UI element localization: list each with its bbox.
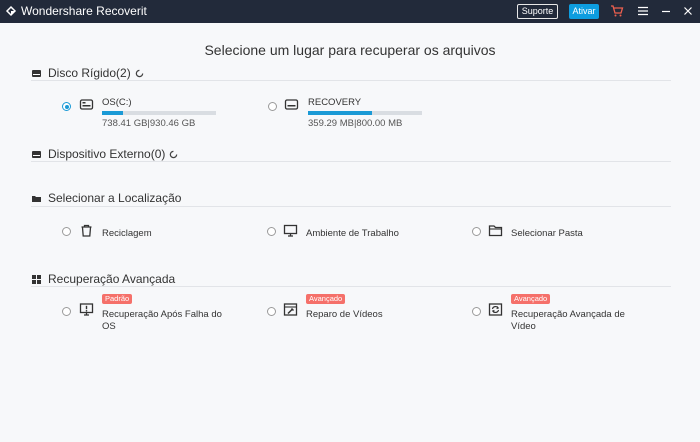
recycle-bin-label[interactable]: Reciclagem — [102, 228, 152, 240]
drive-c-usage-bar — [102, 111, 216, 115]
drive-recovery-size: 359.29 MB|800.00 MB — [308, 118, 403, 129]
hard-disk-icon — [32, 69, 41, 77]
crash-alert-icon — [79, 303, 94, 316]
divider — [31, 161, 671, 162]
advanced-badge: Avançado — [511, 294, 551, 304]
default-badge: Padrão — [102, 294, 133, 304]
folder-icon — [488, 225, 503, 237]
advanced-section-title: Recuperação Avançada — [31, 272, 175, 286]
select-folder-label[interactable]: Selecionar Pasta — [511, 228, 583, 240]
minimize-icon[interactable] — [659, 4, 673, 18]
select-folder-radio[interactable] — [472, 227, 481, 236]
location-folder-icon — [32, 195, 41, 202]
drive-c-size: 738.41 GB|930.46 GB — [102, 118, 196, 129]
drive-recovery-radio[interactable] — [268, 102, 277, 111]
divider — [31, 286, 671, 287]
desktop-icon — [283, 224, 298, 237]
drive-c-usage-fill — [102, 111, 123, 115]
trash-icon — [81, 224, 92, 237]
app-logo-icon — [5, 5, 17, 17]
hard-disk-section-title: Disco Rígido(2) — [31, 66, 144, 80]
divider — [31, 80, 671, 81]
menu-icon[interactable] — [636, 4, 650, 18]
drive-icon — [284, 99, 299, 110]
drive-c-name[interactable]: OS(C:) — [102, 97, 132, 109]
drive-icon — [79, 99, 94, 110]
divider — [31, 206, 671, 207]
support-button[interactable]: Suporte — [517, 4, 558, 19]
advanced-video-recovery-radio[interactable] — [472, 307, 481, 316]
advanced-video-recovery-icon — [488, 303, 503, 316]
crash-recovery-label-line2[interactable]: OS — [102, 321, 116, 333]
advanced-badge: Avançado — [306, 294, 346, 304]
location-label: Selecionar a Localização — [48, 191, 182, 205]
advanced-video-recovery-label-line1[interactable]: Recuperação Avançada de — [511, 309, 625, 321]
video-repair-label[interactable]: Reparo de Vídeos — [306, 309, 383, 321]
video-repair-radio[interactable] — [267, 307, 276, 316]
refresh-icon[interactable] — [135, 69, 144, 78]
drive-recovery-name[interactable]: RECOVERY — [308, 97, 361, 109]
advanced-label: Recuperação Avançada — [48, 272, 176, 286]
refresh-icon[interactable] — [169, 150, 178, 159]
advanced-video-recovery-label-line2[interactable]: Vídeo — [511, 321, 536, 333]
title-bar: Wondershare Recoverit Suporte Ativar — [0, 0, 700, 23]
hard-disk-label: Disco Rígido(2) — [48, 66, 131, 80]
app-title: Wondershare Recoverit — [21, 4, 147, 18]
video-repair-icon — [283, 303, 298, 316]
external-device-section-title: Dispositivo Externo(0) — [31, 147, 178, 161]
desktop-radio[interactable] — [267, 227, 276, 236]
crash-recovery-label-line1[interactable]: Recuperação Após Falha do — [102, 309, 222, 321]
page-heading: Selecione um lugar para recuperar os arq… — [204, 42, 496, 58]
advanced-grid-icon — [32, 274, 41, 284]
external-device-label: Dispositivo Externo(0) — [48, 147, 166, 161]
location-section-title: Selecionar a Localização — [31, 191, 181, 205]
drive-recovery-usage-fill — [308, 111, 372, 115]
activate-button[interactable]: Ativar — [569, 4, 599, 19]
crash-recovery-radio[interactable] — [62, 307, 71, 316]
cart-icon[interactable] — [610, 4, 624, 18]
desktop-label[interactable]: Ambiente de Trabalho — [306, 228, 399, 240]
drive-recovery-usage-bar — [308, 111, 422, 115]
external-drive-icon — [32, 150, 41, 158]
drive-c-radio[interactable] — [62, 102, 71, 111]
recycle-bin-radio[interactable] — [62, 227, 71, 236]
close-icon[interactable] — [681, 4, 695, 18]
